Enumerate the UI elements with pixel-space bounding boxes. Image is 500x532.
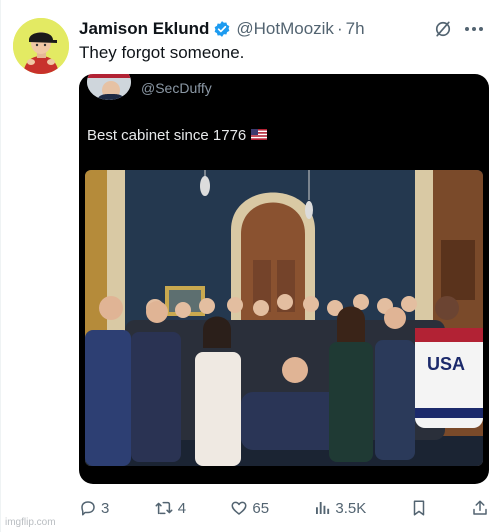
group-photo[interactable]: USA <box>85 170 483 466</box>
bookmark-icon <box>411 499 427 517</box>
repost-button[interactable]: 4 <box>154 499 186 517</box>
verified-badge-icon <box>213 20 231 38</box>
share-button[interactable] <box>471 499 489 517</box>
views-count: 3.5K <box>335 499 367 517</box>
author-display-name[interactable]: Jamison Eklund <box>79 19 209 39</box>
tweet-header: Jamison Eklund @HotMoozik · 7h <box>79 18 486 40</box>
author-handle[interactable]: @HotMoozik <box>236 19 334 39</box>
quoted-handle[interactable]: @SecDuffy <box>141 80 212 96</box>
tweet-text: They forgot someone. <box>79 43 245 62</box>
reply-icon <box>79 499 97 517</box>
quoted-text: Best cabinet since 1776 <box>87 127 247 144</box>
heart-icon <box>230 499 248 517</box>
post-time[interactable]: 7h <box>346 19 365 39</box>
like-button[interactable]: 65 <box>230 499 269 517</box>
reply-count: 3 <box>101 499 110 517</box>
us-flag-icon <box>251 127 268 144</box>
tweet-media[interactable]: @SecDuffy Best cabinet since 1776 USA <box>79 74 489 484</box>
separator-dot: · <box>336 19 343 38</box>
more-options-icon[interactable] <box>462 18 486 40</box>
svg-text:USA: USA <box>427 354 465 374</box>
imgflip-watermark: imgflip.com <box>5 517 56 528</box>
repost-icon <box>154 499 174 517</box>
bookmark-button[interactable] <box>411 499 427 517</box>
repost-count: 4 <box>177 499 187 517</box>
author-avatar[interactable] <box>13 18 69 74</box>
quoted-text-row: Best cabinet since 1776 <box>87 127 268 144</box>
reply-button[interactable]: 3 <box>79 499 109 517</box>
grok-icon[interactable] <box>432 18 454 40</box>
quoted-cropped-header <box>407 74 477 78</box>
quoted-author-avatar <box>87 74 131 100</box>
like-count: 65 <box>252 499 270 517</box>
analytics-icon <box>313 499 331 517</box>
tweet-card[interactable]: Jamison Eklund @HotMoozik · 7h They forg… <box>0 0 500 532</box>
share-icon <box>471 499 489 517</box>
views-button[interactable]: 3.5K <box>313 499 366 517</box>
tweet-actions: 3 4 65 3.5K <box>79 496 489 520</box>
